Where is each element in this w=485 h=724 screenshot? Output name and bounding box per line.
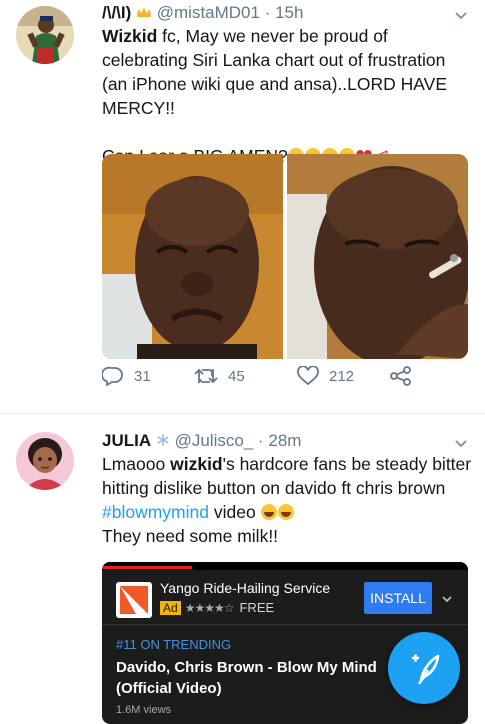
reply-button[interactable]: 31 [102, 366, 151, 386]
bold-word: wizkid [170, 454, 223, 474]
retweet-icon [194, 368, 218, 384]
timestamp[interactable]: · 28m [258, 431, 301, 450]
joy-emoji [260, 504, 277, 520]
like-icon [297, 366, 319, 386]
reply-count: 31 [134, 367, 151, 385]
tweet-body: They need some milk!! [102, 526, 279, 546]
ad-price: FREE [239, 600, 275, 615]
ad-app-name: Yango Ride-Hailing Service [160, 580, 331, 596]
joy-emoji [277, 504, 294, 520]
avatar[interactable] [16, 6, 74, 64]
bold-word: Wizkid [102, 26, 158, 46]
avatar[interactable] [16, 432, 74, 490]
tweet-header: /\/\I) @mistaMD01 · 15h [102, 3, 303, 23]
ad-meta: Ad ★★★★☆ FREE [160, 600, 274, 615]
reply-icon [102, 366, 123, 386]
tweet-body: video [208, 502, 256, 522]
video-progress [102, 566, 192, 569]
handle[interactable]: @Julisco_ [175, 431, 254, 450]
hashtag-link[interactable]: #blowmymind [102, 502, 209, 522]
tweet-1[interactable]: /\/\I) @mistaMD01 · 15h Wizkid fc, May w… [0, 0, 485, 412]
tweet-text: Lmaooo wizkid's hardcore fans be steady … [102, 452, 472, 548]
snowflake-icon [157, 434, 169, 446]
trending-label: #11 ON TRENDING [116, 637, 232, 652]
chevron-down-icon[interactable] [441, 594, 453, 604]
chevron-down-icon[interactable] [454, 436, 468, 450]
like-button[interactable]: 212 [297, 366, 354, 386]
tweet-photo-1[interactable] [102, 154, 283, 359]
tweet-photo-2[interactable] [287, 154, 468, 359]
ad-badge: Ad [160, 600, 181, 615]
timestamp[interactable]: · 15h [265, 3, 304, 22]
crown-icon [137, 7, 152, 17]
video-views: 1.6M views [116, 704, 172, 716]
tweet-header: JULIA @Julisco_ · 28m [102, 431, 301, 451]
retweet-count: 45 [228, 367, 245, 385]
share-icon [390, 366, 411, 386]
display-name[interactable]: /\/\I) [102, 3, 131, 22]
rating-stars-icon: ★★★★☆ [184, 600, 235, 615]
tweet-body: Lmaooo [102, 454, 171, 474]
share-button[interactable] [390, 366, 412, 386]
retweet-button[interactable]: 45 [194, 367, 245, 385]
compose-icon [412, 654, 440, 685]
display-name[interactable]: JULIA [102, 431, 151, 450]
compose-tweet-button[interactable] [388, 632, 460, 704]
install-label: INSTALL [370, 590, 426, 606]
handle[interactable]: @mistaMD01 [157, 3, 260, 22]
tweet-text: Wizkid fc, May we never be proud of cele… [102, 24, 472, 168]
install-button[interactable]: INSTALL [364, 582, 432, 614]
like-count: 212 [329, 367, 355, 385]
app-logo-icon [116, 582, 152, 618]
ad-divider [102, 624, 468, 625]
chevron-down-icon[interactable] [454, 8, 468, 22]
video-title[interactable]: Davido, Chris Brown - Blow My Mind (Offi… [116, 657, 386, 699]
